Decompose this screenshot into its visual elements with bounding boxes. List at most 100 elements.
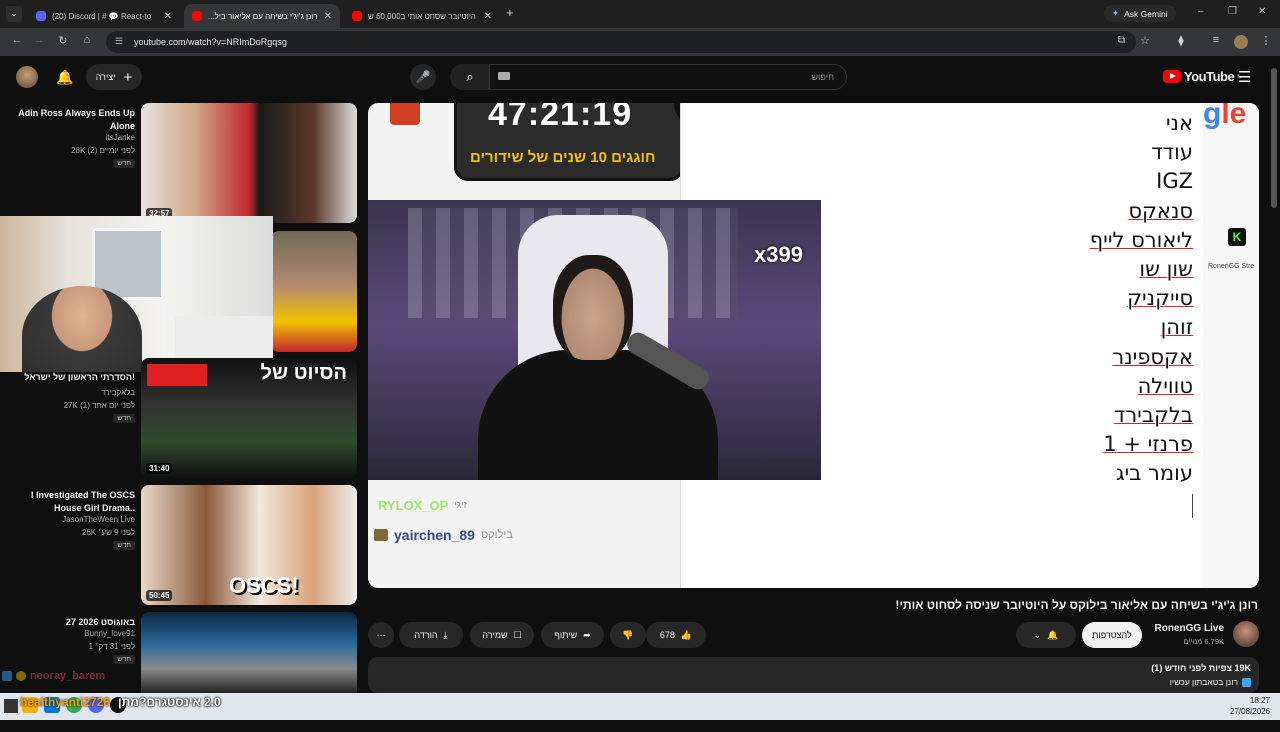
video-thumbnail[interactable] (271, 231, 357, 352)
stream-timer: 47:21:19 (488, 103, 633, 133)
notification-toggle[interactable]: ⌄ 🔔 (1016, 622, 1076, 648)
reload-icon[interactable]: ↻ (55, 34, 71, 47)
search-button[interactable]: ⌕ (450, 64, 490, 90)
close-icon[interactable]: ✕ (324, 11, 332, 22)
guide-menu-icon[interactable]: ☰ (1238, 68, 1251, 86)
video-thumbnail[interactable]: הסיוט של 31:40 (141, 358, 357, 478)
home-icon[interactable]: ⌂ (79, 34, 95, 46)
video-meta: 1 לפני 31 דק׳ (88, 642, 135, 651)
like-button[interactable]: 678 👍 (646, 622, 706, 648)
thumbnail-highlight (147, 364, 207, 386)
youtube-play-icon (1163, 70, 1181, 83)
tab-discord[interactable]: (20) Discord | # 💬 React-to ✕ (28, 4, 180, 28)
video-title[interactable]: הסדרתי הראשון של ישראל! (5, 371, 135, 384)
chat-text: 2.0 אינסטגרם?מתן (118, 695, 221, 709)
list-item[interactable]: 32:57 Adin Ross Always Ends Up Alone its… (0, 103, 360, 223)
video-title[interactable]: 27 באוגוסט 2026 (5, 616, 135, 629)
name-entry: אקספינר (1112, 344, 1193, 369)
youtube-icon (192, 11, 202, 21)
create-button[interactable]: יצירה + (86, 64, 142, 90)
chat-user: healthyanti2726 (20, 695, 111, 709)
video-title[interactable]: I Investigated The OSCS House Girl Drama… (5, 489, 135, 515)
account-avatar[interactable] (16, 66, 38, 88)
voice-search-icon[interactable]: 🎤 (410, 64, 436, 90)
combo-counter: x399 (754, 242, 803, 267)
channel-name[interactable]: RonenGG Live (1155, 623, 1224, 634)
name-entry: עומר ביג (1115, 461, 1193, 486)
tab-list-button[interactable]: ⌄ (6, 6, 22, 22)
tab-youtube-other[interactable]: היוטיובר שסחט אותי ב60,000 ש ✕ (344, 4, 500, 28)
share-button[interactable]: שיתוף ➦ (541, 622, 604, 648)
name-entry: טווילה (1137, 373, 1193, 398)
share-icon: ➦ (583, 629, 591, 640)
gemini-icon: ✦ (1112, 8, 1120, 18)
clock-time[interactable]: 18:27 (1250, 696, 1270, 705)
install-app-icon[interactable]: ⧉ (1118, 35, 1125, 46)
bookmark-star-icon[interactable]: ☆ (1140, 34, 1150, 47)
profile-avatar[interactable] (1234, 35, 1248, 49)
tab-youtube-current[interactable]: רונן ג'יג'י בשיחה עם אליאור ביל... ✕ (184, 4, 340, 28)
name-entry: בלקבירד (1113, 403, 1193, 428)
channel-name[interactable]: בלאקבירד (101, 388, 135, 397)
restore-icon[interactable]: ❐ (1228, 6, 1237, 17)
chat-badge-icon (2, 671, 12, 681)
new-tab-button[interactable]: + (506, 5, 514, 20)
notifications-bell-icon[interactable]: 🔔 (52, 64, 78, 90)
save-button[interactable]: שמירה ☐ (470, 622, 534, 648)
browser-menu-icon[interactable]: ⋮ (1258, 34, 1274, 47)
channel-name[interactable]: itsJanke (106, 133, 135, 142)
video-thumbnail[interactable]: 32:57 (141, 103, 357, 223)
keyboard-icon[interactable] (498, 72, 510, 80)
stream-banner: חוגגים 10 שנים של שידורים (470, 149, 656, 166)
bookmark-icon: ☐ (513, 629, 522, 640)
site-info-icon[interactable]: ☰ (115, 36, 123, 47)
close-icon[interactable]: ✕ (484, 11, 492, 22)
video-title[interactable]: Adin Ross Always Ends Up Alone (5, 107, 135, 133)
chat-message: yairchen_89 בילוקס (374, 527, 513, 543)
thumbnail-text: OSCS! (229, 573, 299, 598)
channel-name[interactable]: JasonTheWeen Live (62, 515, 135, 524)
channel-avatar[interactable] (1233, 621, 1259, 647)
tab-label: היוטיובר שסחט אותי ב60,000 ש (368, 11, 476, 21)
video-meta: 28K לפני יומיים (2) (71, 146, 135, 155)
stream-label: RonenGG Stre (1208, 263, 1255, 270)
subscriber-count: 6.79K מנויים (1183, 637, 1224, 646)
name-entry: IGZ (1156, 169, 1193, 194)
more-actions-button[interactable]: ⋯ (368, 622, 394, 648)
address-bar[interactable]: ☰ youtube.com/watch?v=NRImDoRgqsg ⧉ ☆ (106, 31, 1150, 53)
search-input[interactable]: חיפוש (489, 64, 847, 90)
create-label: יצירה (95, 72, 116, 82)
close-icon[interactable]: ✕ (164, 11, 172, 22)
start-icon[interactable] (4, 699, 18, 713)
window-close-icon[interactable]: ✕ (1258, 6, 1266, 17)
ask-gemini-button[interactable]: ✦ Ask Gemini (1104, 5, 1176, 22)
minimize-icon[interactable]: – (1198, 6, 1204, 17)
name-entry: אני (1165, 111, 1193, 135)
browser-tab-strip: ⌄ (20) Discord | # 💬 React-to ✕ רונן ג'י… (0, 0, 1280, 28)
scrollbar-thumb[interactable] (1271, 68, 1277, 208)
media-control-icon[interactable]: ≡ (1208, 34, 1224, 46)
subscribe-button[interactable]: להצטרפות (1082, 622, 1142, 648)
extensions-icon[interactable]: ⧫ (1173, 34, 1189, 47)
duration-badge: 50:45 (146, 590, 173, 601)
download-label: הורדה (414, 630, 438, 640)
list-item[interactable]: OSCS! 50:45 I Investigated The OSCS Hous… (0, 485, 360, 605)
description-box[interactable]: 19K צפיות לפני חודש (1) רונן בטאבתון עכש… (368, 657, 1259, 693)
forward-icon[interactable]: → (31, 34, 47, 46)
clock-date[interactable]: 27/08/2026 (1230, 707, 1270, 716)
search-placeholder: חיפוש (811, 72, 834, 82)
download-button[interactable]: הורדה ⤓ (399, 622, 463, 648)
like-count: 678 (659, 630, 675, 640)
channel-name[interactable]: Bunny_love91 (84, 629, 135, 638)
chat-text: בילוקס (480, 529, 513, 541)
url-text: youtube.com/watch?v=NRImDoRgqsg (134, 37, 287, 47)
back-icon[interactable]: ← (9, 34, 25, 46)
video-thumbnail[interactable] (141, 612, 357, 693)
video-thumbnail[interactable]: OSCS! 50:45 (141, 485, 357, 605)
video-player[interactable]: 47:21:19 חוגגים 10 שנים של שידורים gle K… (368, 103, 1259, 588)
list-item[interactable]: הסיוט של 31:40 הסדרתי הראשון של ישראל! ב… (0, 358, 360, 478)
page-scrollbar[interactable] (1270, 62, 1278, 690)
dislike-button[interactable]: 👎 (610, 622, 646, 648)
name-entry: סנאקס (1128, 198, 1193, 223)
youtube-logo[interactable]: YouTube IL (1163, 69, 1241, 84)
